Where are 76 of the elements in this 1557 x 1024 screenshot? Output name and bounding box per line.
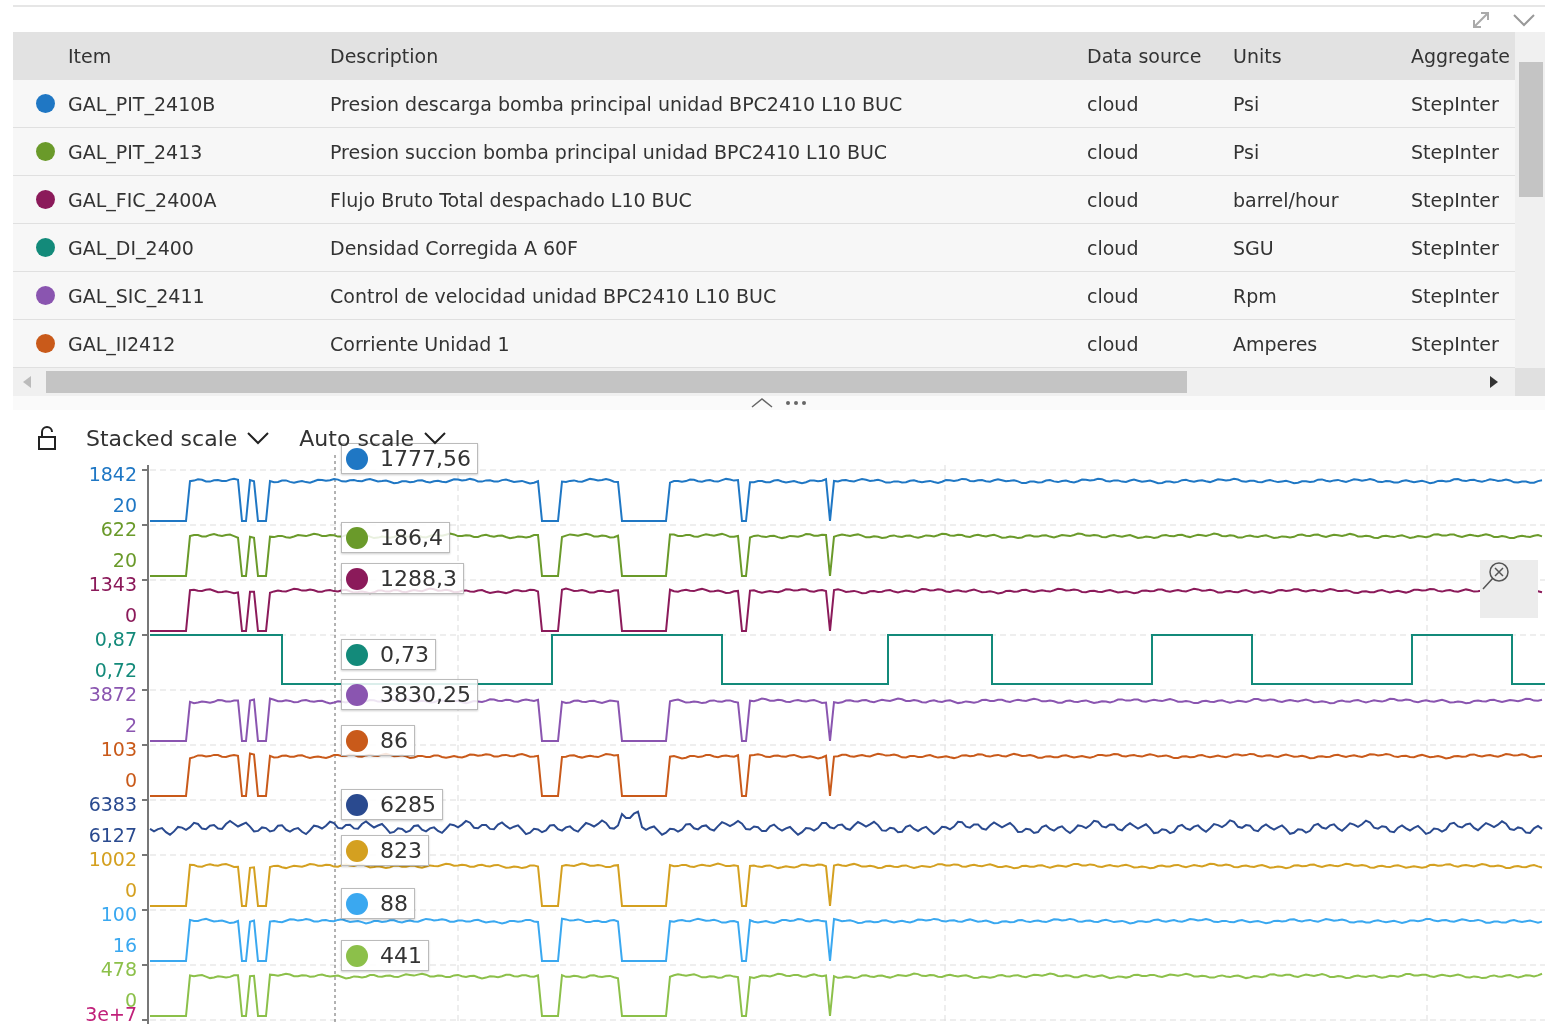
column-header[interactable]: Item <box>68 32 330 80</box>
units-cell: Psi <box>1233 128 1411 176</box>
scrollbar-corner <box>1515 368 1545 396</box>
item-cell: GAL_II2412 <box>68 320 330 368</box>
data-source-cell: cloud <box>1087 272 1233 320</box>
axis-label: 478 <box>100 958 137 980</box>
lock-icon[interactable] <box>38 426 56 450</box>
axis-label: 2 <box>124 714 137 736</box>
units-cell: barrel/hour <box>1233 176 1411 224</box>
description-cell: Presion descarga bomba principal unidad BPC2410 L10 BUC <box>330 80 1087 128</box>
aggregate-cell: StepInter <box>1411 272 1515 320</box>
description-cell: Densidad Corregida A 60F <box>330 224 1087 272</box>
data-source-cell: cloud <box>1087 80 1233 128</box>
collapse-icon[interactable] <box>751 398 773 408</box>
item-cell: GAL_FIC_2400A <box>68 176 330 224</box>
axis-label: 0,72 <box>94 659 137 681</box>
chevron-icon[interactable] <box>1513 12 1535 27</box>
axis-label: 20 <box>112 549 137 571</box>
description-cell: Flujo Bruto Total despachado L10 BUC <box>330 176 1087 224</box>
axis-label: 0 <box>124 769 137 791</box>
vertical-scrollbar[interactable] <box>1515 32 1545 368</box>
units-cell: Rpm <box>1233 272 1411 320</box>
item-cell: GAL_PIT_2410B <box>68 80 330 128</box>
reset-zoom-button[interactable] <box>1480 560 1538 618</box>
tooltip-value: 823 <box>380 838 422 863</box>
horizontal-scrollbar[interactable] <box>13 368 1515 396</box>
tooltip-value: 441 <box>380 943 422 968</box>
data-source-cell: cloud <box>1087 224 1233 272</box>
axis-label: 0,87 <box>94 628 137 650</box>
column-header[interactable]: Units <box>1233 32 1411 80</box>
units-cell: SGU <box>1233 224 1411 272</box>
axis-label: 6127 <box>88 824 137 846</box>
data-source-cell: cloud <box>1087 128 1233 176</box>
axis-label: 1842 <box>88 463 137 485</box>
axis-label: 0 <box>124 604 137 626</box>
scale-dropdown[interactable]: Stacked scale <box>86 425 270 451</box>
aggregate-cell: StepInter <box>1411 128 1515 176</box>
tooltip-value: 0,73 <box>380 642 429 667</box>
tooltip-value: 3830,25 <box>380 682 471 707</box>
axis-label: 100 <box>100 903 137 925</box>
axis-label: 1343 <box>88 573 137 595</box>
tooltip-value: 86 <box>380 728 408 753</box>
data-source-cell: cloud <box>1087 176 1233 224</box>
axis-label: 3872 <box>88 683 137 705</box>
more-icon[interactable] <box>785 401 807 405</box>
tooltip-value: 186,4 <box>380 525 443 550</box>
tooltip-value: 1288,3 <box>380 566 457 591</box>
units-cell: Amperes <box>1233 320 1411 368</box>
item-cell: GAL_PIT_2413 <box>68 128 330 176</box>
column-header[interactable]: Data source <box>1087 32 1233 80</box>
axis-label: 622 <box>100 518 137 540</box>
axis-label: 0 <box>124 879 137 901</box>
item-cell: GAL_DI_2400 <box>68 224 330 272</box>
aggregate-cell: StepInter <box>1411 224 1515 272</box>
tooltip-value: 88 <box>380 891 408 916</box>
data-source-cell: cloud <box>1087 320 1233 368</box>
axis-label: 1002 <box>88 848 137 870</box>
column-header[interactable]: Description <box>330 32 1087 80</box>
description-cell: Presion succion bomba principal unidad BPC2410 L10 BUC <box>330 128 1087 176</box>
tooltip-value: 6285 <box>380 792 436 817</box>
axis-label: 20 <box>112 494 137 516</box>
zoom-reset-icon <box>1480 560 1512 592</box>
units-cell: Psi <box>1233 80 1411 128</box>
aggregate-cell: StepInter <box>1411 320 1515 368</box>
axis-label: 103 <box>100 738 137 760</box>
column-header[interactable]: Aggregate <box>1411 32 1515 80</box>
axis-label: 16 <box>112 934 137 956</box>
chevron-icon <box>424 431 447 445</box>
description-cell: Corriente Unidad 1 <box>330 320 1087 368</box>
aggregate-cell: StepInter <box>1411 176 1515 224</box>
item-cell: GAL_SIC_2411 <box>68 272 330 320</box>
aggregate-cell: StepInter <box>1411 80 1515 128</box>
description-cell: Control de velocidad unidad BPC2410 L10 BUC <box>330 272 1087 320</box>
right-arrow-icon[interactable] <box>1490 376 1498 388</box>
chevron-icon <box>247 431 270 445</box>
axis-label: 6383 <box>88 793 137 815</box>
